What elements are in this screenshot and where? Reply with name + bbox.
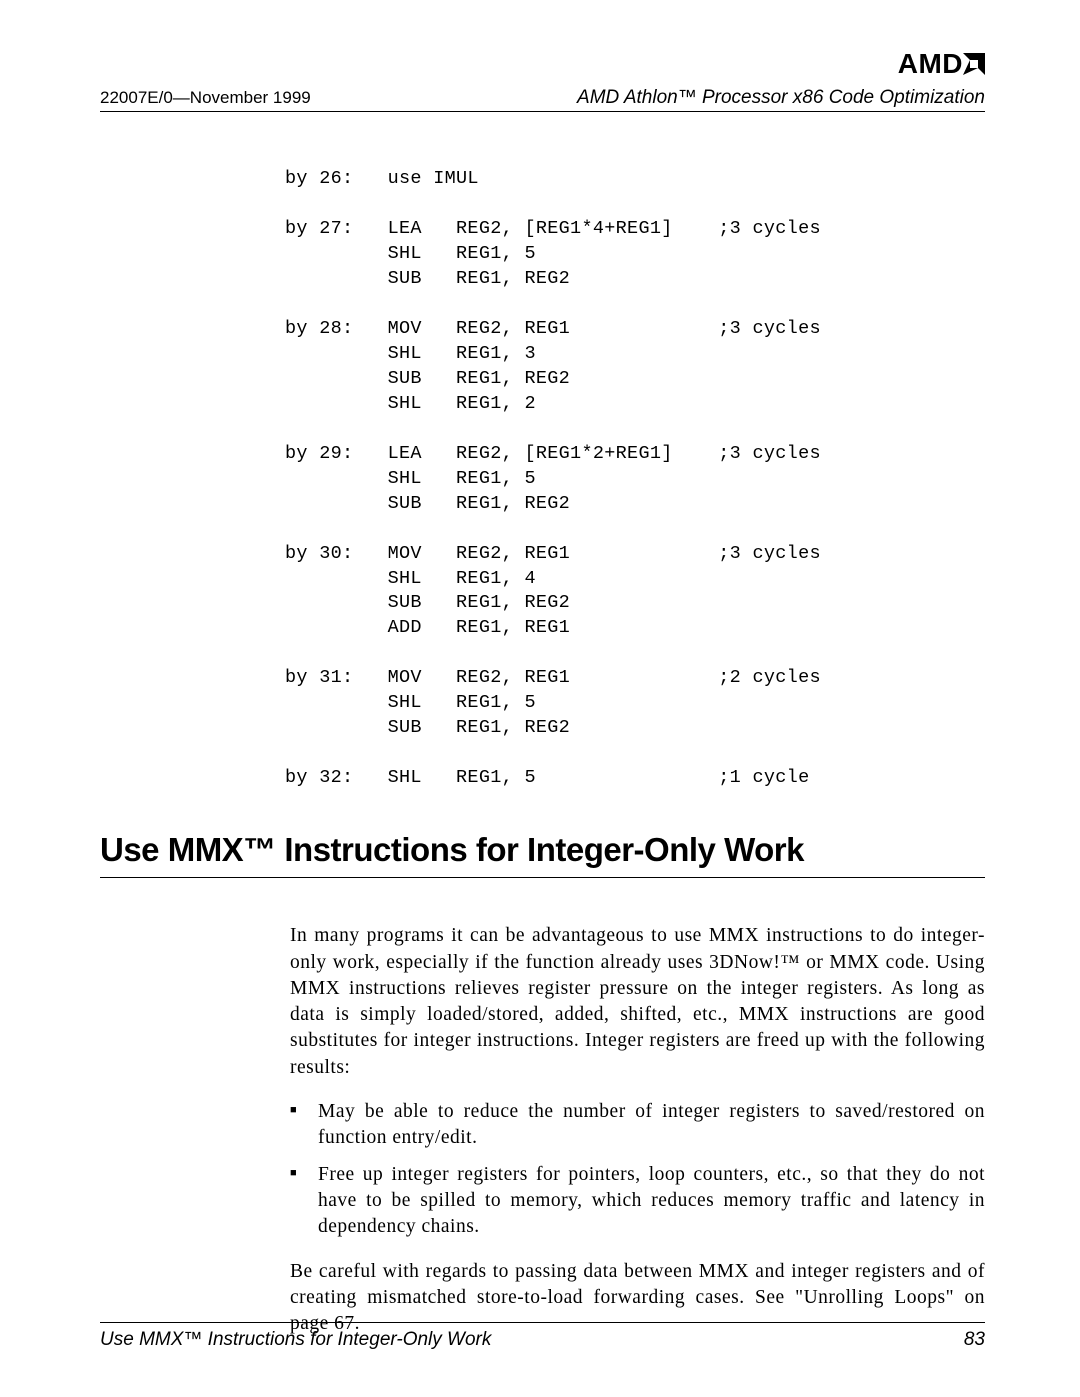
list-item: May be able to reduce the number of inte… xyxy=(290,1099,985,1152)
page-footer: Use MMX™ Instructions for Integer-Only W… xyxy=(100,1322,985,1351)
page-number: 83 xyxy=(964,1329,985,1351)
page-header: 22007E/0—November 1999 AMD Athlon™ Proce… xyxy=(100,87,985,112)
code-listing: by 26: use IMUL by 27: LEA REG2, [REG1*4… xyxy=(285,167,985,791)
bullet-list: May be able to reduce the number of inte… xyxy=(290,1099,985,1241)
doc-number: 22007E/0—November 1999 xyxy=(100,88,311,108)
list-item: Free up integer registers for pointers, … xyxy=(290,1162,985,1241)
body-content: In many programs it can be advantageous … xyxy=(290,923,985,1337)
logo-text: AMD xyxy=(898,48,963,79)
paragraph-1: In many programs it can be advantageous … xyxy=(290,923,985,1081)
amd-logo: AMD xyxy=(898,48,985,80)
footer-title: Use MMX™ Instructions for Integer-Only W… xyxy=(100,1329,491,1351)
section-heading: Use MMX™ Instructions for Integer-Only W… xyxy=(100,831,985,878)
logo-arrow-icon xyxy=(963,50,985,82)
doc-title: AMD Athlon™ Processor x86 Code Optimizat… xyxy=(577,87,985,109)
